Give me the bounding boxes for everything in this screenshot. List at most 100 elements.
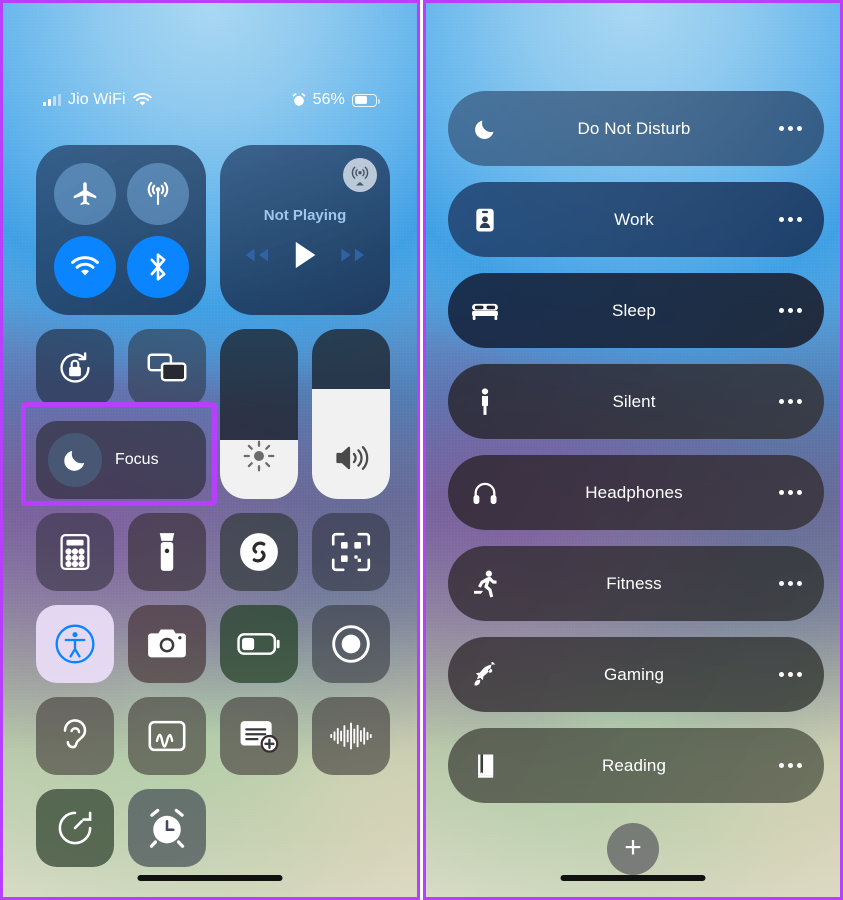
focus-mode-label: Reading <box>601 755 667 775</box>
quick-note-icon <box>239 719 279 753</box>
play-icon[interactable] <box>292 240 318 270</box>
focus-mode-label: Headphones <box>585 482 683 502</box>
cellular-data-toggle[interactable] <box>126 162 189 225</box>
wifi-icon <box>70 255 100 278</box>
screen-recording-tile[interactable] <box>312 605 390 683</box>
alarm-clock-icon <box>147 808 187 848</box>
ellipsis-icon[interactable] <box>768 490 802 495</box>
timer-icon <box>55 808 95 848</box>
focus-mode-label: Fitness <box>606 573 662 593</box>
rotation-lock-toggle[interactable] <box>36 329 114 407</box>
focus-modes-panel: Do Not Disturb Work Sleep Silent Headpho… <box>423 0 843 900</box>
flashlight-icon <box>157 532 177 572</box>
screenshot-stage: Jio WiFi 56% Not Playing Focus Do Not Di… <box>0 0 843 900</box>
focus-mode-list: Do Not Disturb Work Sleep Silent Headpho… <box>448 91 824 803</box>
plus-icon: + <box>624 831 642 864</box>
headphones-icon <box>470 480 500 506</box>
ellipsis-icon[interactable] <box>768 399 802 404</box>
focus-mode-silent[interactable]: Silent <box>448 364 824 439</box>
status-bar: Jio WiFi 56% <box>3 89 417 111</box>
add-focus-button[interactable]: + <box>607 823 659 875</box>
wifi-icon <box>133 93 152 107</box>
calculator-tile[interactable] <box>36 513 114 591</box>
timer-tile[interactable] <box>36 789 114 867</box>
alarm-clock-icon <box>292 93 306 107</box>
camera-icon <box>147 628 187 660</box>
waveform-icon <box>329 721 373 751</box>
media-playback-module: Not Playing <box>220 145 390 315</box>
ellipsis-icon[interactable] <box>768 308 802 313</box>
focus-mode-reading[interactable]: Reading <box>448 728 824 803</box>
hearing-tile[interactable] <box>36 697 114 775</box>
screen-mirroring-toggle[interactable] <box>128 329 206 407</box>
airplay-audio-icon[interactable] <box>343 158 377 192</box>
shazam-tile[interactable] <box>220 513 298 591</box>
id-badge-icon <box>470 207 500 233</box>
bluetooth-icon <box>145 251 171 283</box>
camera-tile[interactable] <box>128 605 206 683</box>
screen-record-icon <box>331 624 371 664</box>
person-standing-icon <box>470 387 500 416</box>
carrier-label: Jio WiFi <box>68 91 126 108</box>
focus-mode-label: Work <box>614 209 654 229</box>
ellipsis-icon[interactable] <box>768 126 802 131</box>
focus-mode-do-not-disturb[interactable]: Do Not Disturb <box>448 91 824 166</box>
control-center-panel: Jio WiFi 56% Not Playing Focus <box>0 0 420 900</box>
low-battery-icon <box>237 631 281 657</box>
code-scanner-tile[interactable] <box>312 513 390 591</box>
accessibility-icon <box>54 623 96 665</box>
battery-icon <box>352 93 380 107</box>
voice-memos-tile[interactable] <box>312 697 390 775</box>
airplane-mode-toggle[interactable] <box>53 162 116 225</box>
focus-knob <box>48 433 102 487</box>
battery-percent-label: 56% <box>312 91 345 108</box>
brightness-slider[interactable] <box>220 329 298 499</box>
volume-slider[interactable] <box>312 329 390 499</box>
running-person-icon <box>470 570 500 598</box>
bluetooth-toggle[interactable] <box>126 235 189 298</box>
ellipsis-icon[interactable] <box>768 672 802 677</box>
ellipsis-icon[interactable] <box>768 763 802 768</box>
accessibility-tile[interactable] <box>36 605 114 683</box>
rewind-icon[interactable] <box>241 245 270 265</box>
focus-mode-headphones[interactable]: Headphones <box>448 455 824 530</box>
focus-mode-label: Sleep <box>612 300 656 320</box>
focus-mode-label: Do Not Disturb <box>577 118 691 138</box>
focus-mode-fitness[interactable]: Fitness <box>448 546 824 621</box>
shazam-icon <box>238 531 280 573</box>
ear-icon <box>58 716 92 756</box>
focus-toggle[interactable]: Focus <box>36 421 206 499</box>
flashlight-tile[interactable] <box>128 513 206 591</box>
fast-forward-icon[interactable] <box>340 245 369 265</box>
rotation-lock-icon <box>55 348 95 388</box>
moon-icon <box>62 447 88 473</box>
focus-mode-sleep[interactable]: Sleep <box>448 273 824 348</box>
rocket-icon <box>470 661 500 688</box>
focus-label: Focus <box>115 451 159 468</box>
focus-mode-work[interactable]: Work <box>448 182 824 257</box>
home-indicator-left <box>137 875 283 881</box>
alarm-tile[interactable] <box>128 789 206 867</box>
airplane-icon <box>70 179 100 209</box>
calculator-icon <box>60 533 90 571</box>
ellipsis-icon[interactable] <box>768 581 802 586</box>
music-recognition-tile[interactable] <box>128 697 206 775</box>
brightness-icon <box>220 439 298 473</box>
moon-icon <box>470 117 500 141</box>
home-indicator-right <box>560 875 706 881</box>
focus-mode-label: Gaming <box>603 664 665 684</box>
wifi-toggle[interactable] <box>53 235 116 298</box>
book-icon <box>470 753 500 779</box>
focus-mode-label: Silent <box>612 391 656 411</box>
control-grid: Not Playing Focus <box>36 145 392 867</box>
cellular-bars-icon <box>43 94 61 106</box>
low-power-mode-tile[interactable] <box>220 605 298 683</box>
focus-mode-gaming[interactable]: Gaming <box>448 637 824 712</box>
ellipsis-icon[interactable] <box>768 217 802 222</box>
quick-note-tile[interactable] <box>220 697 298 775</box>
qr-scanner-icon <box>331 532 371 572</box>
bed-icon <box>470 300 500 322</box>
connectivity-module <box>36 145 206 315</box>
music-note-chart-icon <box>148 719 186 753</box>
cellular-antenna-icon <box>143 179 173 209</box>
